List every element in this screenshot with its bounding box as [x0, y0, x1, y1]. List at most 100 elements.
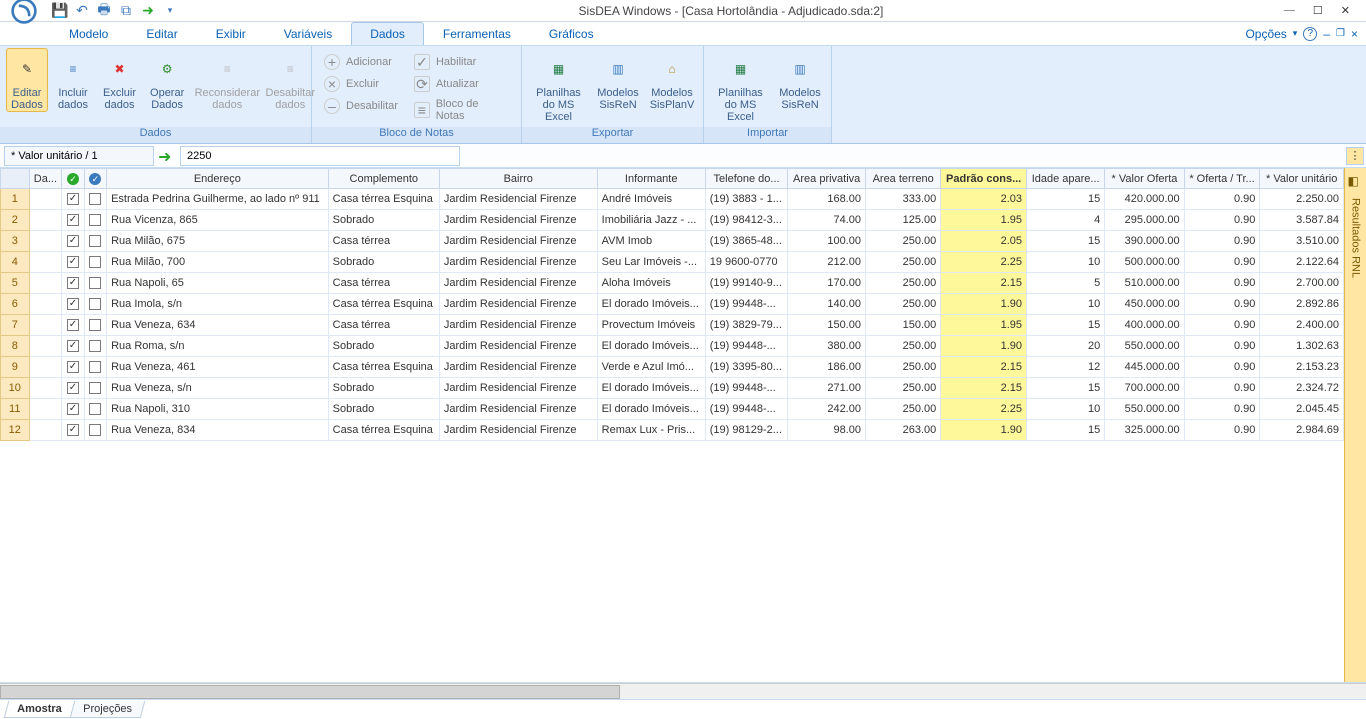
- row-number[interactable]: 6: [1, 294, 30, 315]
- cell-telefone[interactable]: (19) 3395-80...: [705, 357, 788, 378]
- row-flag[interactable]: [29, 336, 62, 357]
- desabilitar-dados-button[interactable]: ≡Desabiltar dados: [265, 48, 315, 112]
- table-row[interactable]: 5Rua Napoli, 65Casa térreaJardim Residen…: [1, 273, 1344, 294]
- cell-complemento[interactable]: Sobrado: [328, 210, 439, 231]
- row-check1[interactable]: [62, 252, 84, 273]
- cell-telefone[interactable]: (19) 3865-48...: [705, 231, 788, 252]
- row-number[interactable]: 9: [1, 357, 30, 378]
- operar-dados-button[interactable]: ⚙Operar Dados: [145, 48, 189, 112]
- excluir-dados-button[interactable]: ✖Excluir dados: [98, 48, 141, 112]
- menu-tab-exibir[interactable]: Exibir: [197, 22, 265, 45]
- menu-tab-editar[interactable]: Editar: [127, 22, 196, 45]
- cell-unit[interactable]: 2.984.69: [1260, 420, 1344, 441]
- cell-oferta[interactable]: 700.000.00: [1105, 378, 1184, 399]
- adicionar-button[interactable]: +Adicionar: [318, 52, 404, 72]
- cell-ofertatr[interactable]: 0.90: [1184, 399, 1260, 420]
- cell-padrao[interactable]: 1.90: [941, 294, 1027, 315]
- col-informante[interactable]: Informante: [597, 169, 705, 189]
- cell-bairro[interactable]: Jardim Residencial Firenze: [439, 189, 597, 210]
- row-check2[interactable]: [84, 189, 106, 210]
- export-sisren-button[interactable]: ▥Modelos SisReN: [593, 48, 643, 112]
- options-menu[interactable]: Opções: [1245, 27, 1286, 41]
- cell-telefone[interactable]: 19 9600-0770: [705, 252, 788, 273]
- col-areater[interactable]: Area terreno: [865, 169, 940, 189]
- go-arrow-icon[interactable]: ➜: [158, 147, 176, 165]
- row-flag[interactable]: [29, 378, 62, 399]
- table-row[interactable]: 11Rua Napoli, 310SobradoJardim Residenci…: [1, 399, 1344, 420]
- mdi-minimize-icon[interactable]: –: [1323, 27, 1330, 41]
- cell-areapriv[interactable]: 380.00: [788, 336, 866, 357]
- cell-reference-input[interactable]: [4, 146, 154, 166]
- atualizar-button[interactable]: ⟳Atualizar: [408, 74, 515, 94]
- cell-bairro[interactable]: Jardim Residencial Firenze: [439, 420, 597, 441]
- table-row[interactable]: 9Rua Veneza, 461Casa térrea EsquinaJardi…: [1, 357, 1344, 378]
- cell-informante[interactable]: El dorado Imóveis...: [597, 294, 705, 315]
- incluir-dados-button[interactable]: ≡Incluir dados: [52, 48, 94, 112]
- cell-informante[interactable]: Verde e Azul Imó...: [597, 357, 705, 378]
- cell-oferta[interactable]: 390.000.00: [1105, 231, 1184, 252]
- cell-endereco[interactable]: Rua Vicenza, 865: [107, 210, 329, 231]
- cell-ofertatr[interactable]: 0.90: [1184, 273, 1260, 294]
- cell-ofertatr[interactable]: 0.90: [1184, 231, 1260, 252]
- row-check1[interactable]: [62, 231, 84, 252]
- forward-icon[interactable]: ➜: [140, 3, 156, 19]
- col-endereco[interactable]: Endereço: [107, 169, 329, 189]
- cell-unit[interactable]: 1.302.63: [1260, 336, 1344, 357]
- save-icon[interactable]: 💾: [52, 3, 68, 19]
- cell-informante[interactable]: Aloha Imóveis: [597, 273, 705, 294]
- row-check2[interactable]: [84, 273, 106, 294]
- table-row[interactable]: 4 Rua Milão, 700SobradoJardim Residencial…: [1, 252, 1344, 273]
- cell-oferta[interactable]: 400.000.00: [1105, 315, 1184, 336]
- cell-telefone[interactable]: (19) 99140-9...: [705, 273, 788, 294]
- row-flag[interactable]: [29, 273, 62, 294]
- print-icon[interactable]: 🖶: [96, 3, 112, 19]
- menu-tab-ferramentas[interactable]: Ferramentas: [424, 22, 530, 45]
- cell-bairro[interactable]: Jardim Residencial Firenze: [439, 273, 597, 294]
- cell-idade[interactable]: 15: [1027, 378, 1105, 399]
- row-check2[interactable]: [84, 231, 106, 252]
- row-number[interactable]: 4: [1, 252, 30, 273]
- cell-endereco[interactable]: Rua Milão, 675: [107, 231, 329, 252]
- cell-idade[interactable]: 20: [1027, 336, 1105, 357]
- col-idade[interactable]: Idade apare...: [1027, 169, 1105, 189]
- cell-complemento[interactable]: Sobrado: [328, 252, 439, 273]
- cell-oferta[interactable]: 510.000.00: [1105, 273, 1184, 294]
- cell-telefone[interactable]: (19) 99448-...: [705, 294, 788, 315]
- cell-endereco[interactable]: Rua Napoli, 65: [107, 273, 329, 294]
- cell-bairro[interactable]: Jardim Residencial Firenze: [439, 294, 597, 315]
- cell-endereco[interactable]: Rua Veneza, s/n: [107, 378, 329, 399]
- cell-areater[interactable]: 250.00: [865, 378, 940, 399]
- cell-ofertatr[interactable]: 0.90: [1184, 252, 1260, 273]
- row-check1[interactable]: [62, 420, 84, 441]
- cell-endereco[interactable]: Rua Imola, s/n: [107, 294, 329, 315]
- row-check2[interactable]: [84, 210, 106, 231]
- cell-padrao[interactable]: 1.90: [941, 420, 1027, 441]
- cell-areapriv[interactable]: 212.00: [788, 252, 866, 273]
- row-flag[interactable]: [29, 210, 62, 231]
- cell-unit[interactable]: 2.153.23: [1260, 357, 1344, 378]
- cell-ofertatr[interactable]: 0.90: [1184, 378, 1260, 399]
- cell-areater[interactable]: 250.00: [865, 252, 940, 273]
- col-unit[interactable]: * Valor unitário: [1260, 169, 1344, 189]
- panel-toggle-icon[interactable]: ⋮: [1346, 147, 1364, 165]
- cell-bairro[interactable]: Jardim Residencial Firenze: [439, 399, 597, 420]
- cell-bairro[interactable]: Jardim Residencial Firenze: [439, 210, 597, 231]
- col-bairro[interactable]: Bairro: [439, 169, 597, 189]
- cell-bairro[interactable]: Jardim Residencial Firenze: [439, 252, 597, 273]
- col-ofertatr[interactable]: * Oferta / Tr...: [1184, 169, 1260, 189]
- cell-padrao[interactable]: 1.90: [941, 336, 1027, 357]
- cell-informante[interactable]: El dorado Imóveis...: [597, 378, 705, 399]
- cell-ofertatr[interactable]: 0.90: [1184, 315, 1260, 336]
- cell-endereco[interactable]: Rua Veneza, 634: [107, 315, 329, 336]
- col-dado[interactable]: Da...: [29, 169, 62, 189]
- cell-telefone[interactable]: (19) 99448-...: [705, 336, 788, 357]
- cell-endereco[interactable]: Rua Milão, 700: [107, 252, 329, 273]
- cell-complemento[interactable]: Sobrado: [328, 399, 439, 420]
- cell-complemento[interactable]: Casa térrea Esquina: [328, 420, 439, 441]
- options-dropdown-icon[interactable]: ▾: [1293, 28, 1298, 39]
- cell-areapriv[interactable]: 100.00: [788, 231, 866, 252]
- table-row[interactable]: 8Rua Roma, s/nSobradoJardim Residencial …: [1, 336, 1344, 357]
- cell-bairro[interactable]: Jardim Residencial Firenze: [439, 357, 597, 378]
- cell-idade[interactable]: 10: [1027, 294, 1105, 315]
- cell-padrao[interactable]: 2.05: [941, 231, 1027, 252]
